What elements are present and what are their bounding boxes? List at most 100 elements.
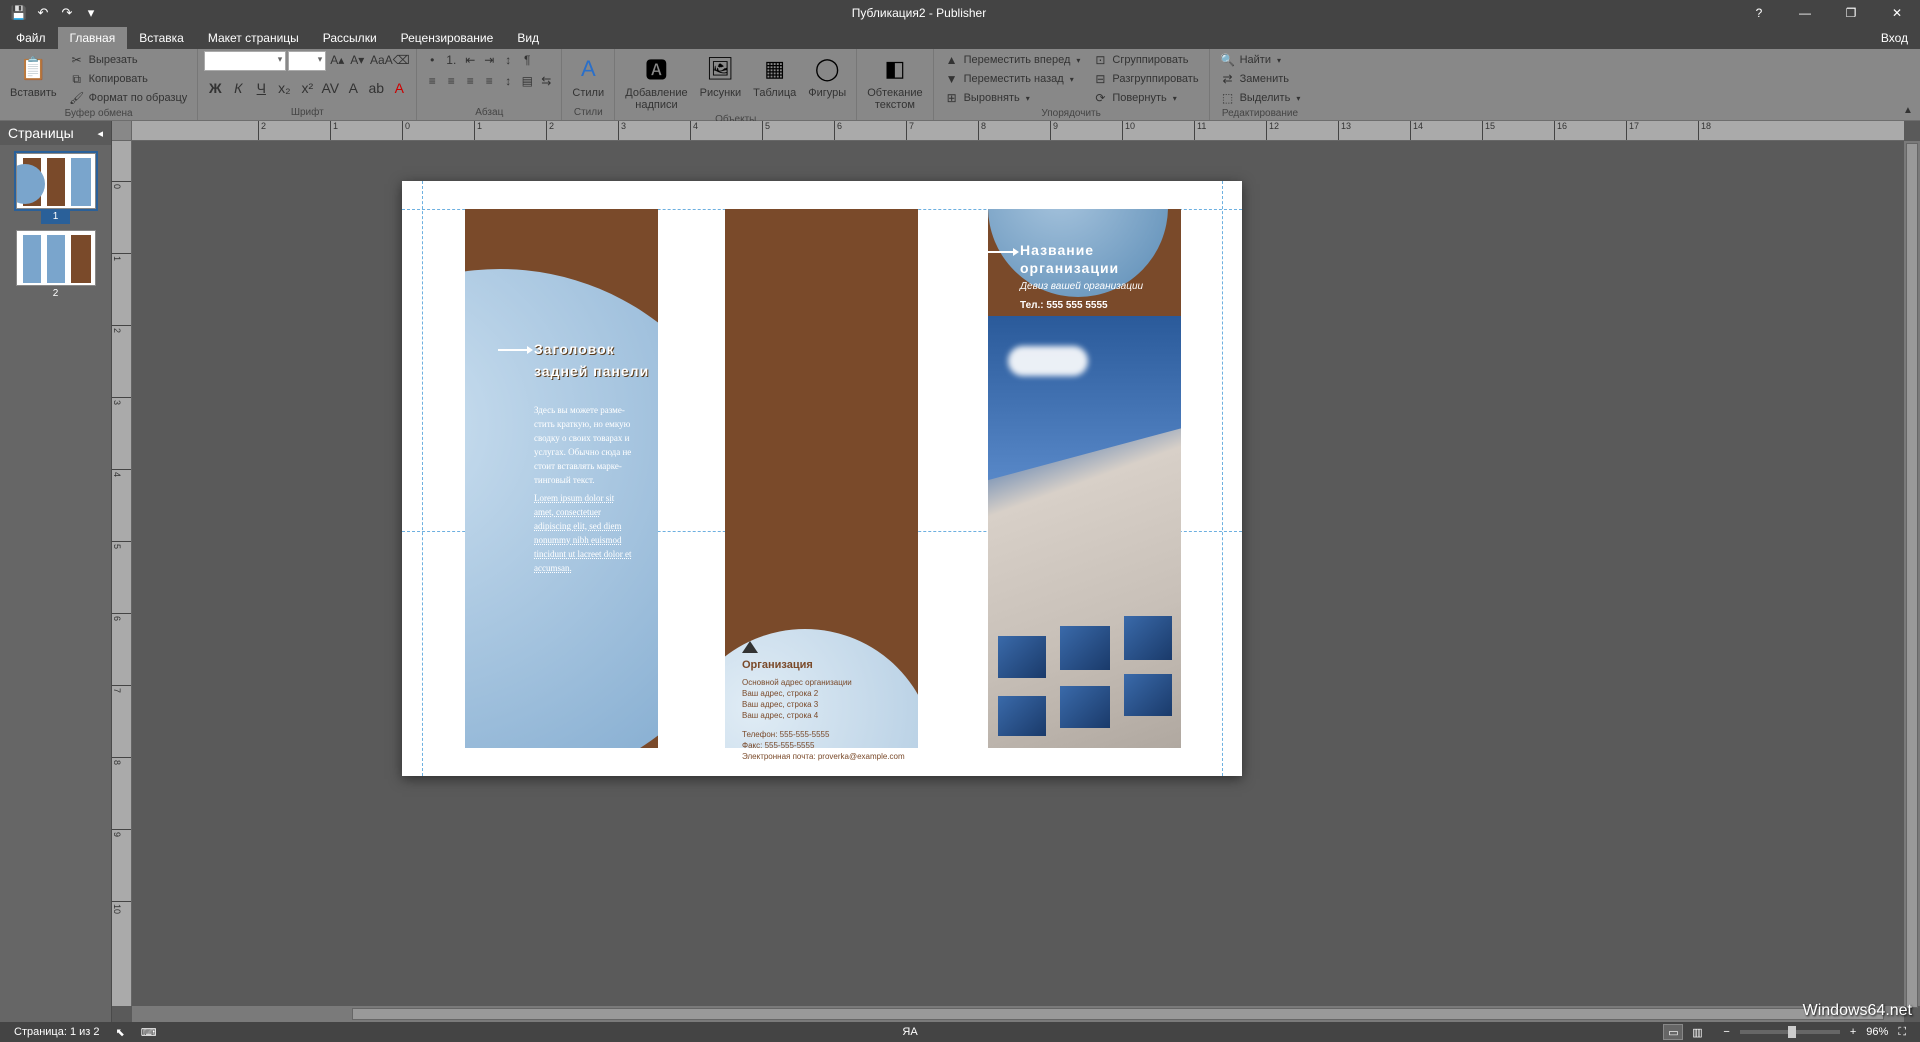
group-label: Стили [568,106,608,120]
view-single-page[interactable]: ▭ [1663,1024,1683,1040]
format-painter-button[interactable]: 🖌Формат по образцу [65,89,192,107]
org-address-line: Основной адрес организации [742,677,912,688]
back-panel-body[interactable]: Здесь вы можете разме­стить краткую, но … [534,403,639,487]
tab-home[interactable]: Главная [58,27,128,49]
org-info-block[interactable]: Организация Основной адрес организации В… [742,641,912,762]
grow-font-button[interactable]: A▴ [328,51,346,69]
pointer-indicator[interactable]: ⬉ [108,1026,133,1039]
justify-button[interactable]: ≡ [480,72,498,90]
vertical-ruler[interactable]: 1012345678910 [112,141,132,1006]
cut-button[interactable]: ✂Вырезать [65,51,192,69]
select-button[interactable]: ⬚Выделить▾ [1216,89,1305,107]
tab-page-layout[interactable]: Макет страницы [196,27,311,49]
tab-review[interactable]: Рецензирование [389,27,506,49]
ungroup-button[interactable]: ⊟Разгруппировать [1088,70,1202,88]
zoom-out-button[interactable]: − [1723,1026,1729,1038]
page-indicator[interactable]: Страница: 1 из 2 [6,1026,108,1038]
subscript-button[interactable]: x₂ [273,77,295,99]
align-button[interactable]: ⊞Выровнять▾ [940,89,1085,107]
align-left-button[interactable]: ≡ [423,72,441,90]
redo-button[interactable]: ↷ [56,2,78,24]
building-image[interactable] [988,316,1181,748]
bullets-button[interactable]: • [423,51,441,69]
align-icon: ⊞ [944,91,960,105]
page-thumbnail-2[interactable]: 2 [15,230,97,301]
close-button[interactable]: ✕ [1874,0,1920,25]
italic-button[interactable]: К [227,77,249,99]
qat-customize[interactable]: ▾ [80,2,102,24]
pages-panel-header: Страницы ◂ [0,121,111,145]
tab-mailings[interactable]: Рассылки [311,27,389,49]
pictures-button[interactable]: 🖼Рисунки [696,51,746,101]
char-spacing-button[interactable]: AV [319,77,341,99]
rotate-button[interactable]: ⟳Повернуть▾ [1088,89,1202,107]
align-right-button[interactable]: ≡ [461,72,479,90]
bold-button[interactable]: Ж [204,77,226,99]
horizontal-ruler[interactable]: 210123456789101112131415161718 [132,121,1904,141]
bring-forward-button[interactable]: ▲Переместить вперед▾ [940,51,1085,69]
zoom-slider[interactable] [1740,1030,1840,1034]
zoom-level[interactable]: 96% [1866,1026,1888,1038]
text-effects-button[interactable]: A [342,77,364,99]
find-button[interactable]: 🔍Найти▾ [1216,51,1305,69]
table-button[interactable]: ▦Таблица [749,51,800,101]
front-panel-title[interactable]: Название организации Девиз вашей организ… [1020,241,1180,311]
clear-format-button[interactable]: A⌫ [388,51,406,69]
arrow-icon [984,251,1014,253]
send-backward-button[interactable]: ▼Переместить назад▾ [940,70,1085,88]
textbox-button[interactable]: 🅰Добавление надписи [621,51,691,113]
group-arrange: ▲Переместить вперед▾ ▼Переместить назад▾… [934,49,1210,120]
replace-button[interactable]: ⇄Заменить [1216,70,1305,88]
group-button[interactable]: ⊡Сгруппировать [1088,51,1202,69]
back-panel-lorem[interactable]: Lorem ipsum dolor sit amet, consectetuer… [534,491,634,575]
text-direction-button[interactable]: ⇆ [537,72,555,90]
help-button[interactable]: ? [1736,0,1782,25]
language-indicator[interactable]: ЯА [894,1026,925,1038]
copy-button[interactable]: ⧉Копировать [65,70,192,88]
change-case-button[interactable]: Aa [368,51,386,69]
maximize-button[interactable]: ❐ [1828,0,1874,25]
font-size-combo[interactable] [288,51,326,71]
tab-file[interactable]: Файл [4,27,58,49]
superscript-button[interactable]: x² [296,77,318,99]
zoom-in-button[interactable]: + [1850,1026,1856,1038]
group-label: Абзац [423,106,555,120]
collapse-ribbon-button[interactable]: ▲ [1900,102,1916,118]
columns-button[interactable]: ▤ [518,72,536,90]
underline-button[interactable]: Ч [250,77,272,99]
minimize-button[interactable]: — [1782,0,1828,25]
indent-button[interactable]: ⇥ [480,51,498,69]
view-two-page[interactable]: ▥ [1687,1024,1707,1040]
shapes-button[interactable]: ◯Фигуры [804,51,850,101]
paste-button[interactable]: 📋 Вставить [6,51,61,101]
highlight-button[interactable]: ab [365,77,387,99]
window-title: Публикация2 - Publisher [102,6,1736,20]
tab-insert[interactable]: Вставка [127,27,196,49]
back-panel-heading[interactable]: Заголовок задней пане­ли [534,339,664,383]
login-link[interactable]: Вход [1869,27,1920,49]
pilcrow-button[interactable]: ¶ [518,51,536,69]
sort-button[interactable]: ↕ [499,51,517,69]
undo-button[interactable]: ↶ [32,2,54,24]
shrink-font-button[interactable]: A▾ [348,51,366,69]
group-label: Упорядочить [940,107,1203,121]
pages-panel-close[interactable]: ◂ [97,127,103,140]
wrap-text-button[interactable]: ◧Обтекание текстом [863,51,926,113]
numbering-button[interactable]: 1. [442,51,460,69]
align-center-button[interactable]: ≡ [442,72,460,90]
horizontal-scrollbar[interactable] [132,1006,1904,1022]
document-viewport[interactable]: Заголовок задней пане­ли Здесь вы можете… [132,141,1904,1006]
publication-page[interactable]: Заголовок задней пане­ли Здесь вы можете… [402,181,1242,776]
zoom-fit-button[interactable]: ⛶ [1898,1026,1906,1039]
ribbon: 📋 Вставить ✂Вырезать ⧉Копировать 🖌Формат… [0,49,1920,121]
vertical-scrollbar[interactable] [1904,141,1920,1006]
font-name-combo[interactable] [204,51,286,71]
tab-view[interactable]: Вид [505,27,551,49]
keyboard-indicator[interactable]: ⌨ [133,1026,165,1039]
font-color-button[interactable]: A [388,77,410,99]
outdent-button[interactable]: ⇤ [461,51,479,69]
line-spacing-button[interactable]: ↕ [499,72,517,90]
page-thumbnail-1[interactable]: 1 [15,153,97,224]
styles-button[interactable]: A Стили [568,51,608,101]
save-button[interactable]: 💾 [8,2,30,24]
